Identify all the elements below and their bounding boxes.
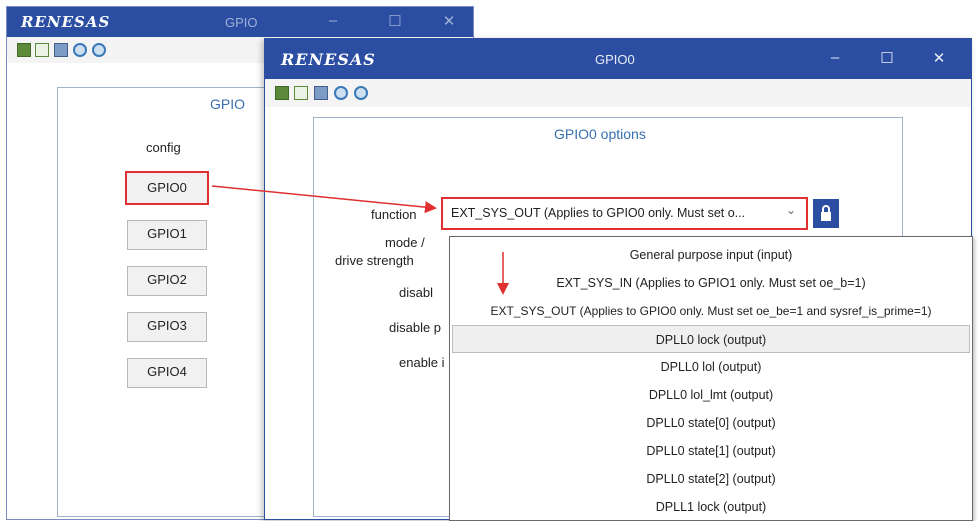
function-label: function — [371, 207, 417, 222]
gpio3-button[interactable]: GPIO3 — [127, 312, 207, 342]
mode-label: mode / — [385, 235, 425, 250]
zoom-in-icon[interactable] — [92, 43, 106, 57]
disable-label: disabl — [399, 285, 433, 300]
gpio4-button[interactable]: GPIO4 — [127, 358, 207, 388]
print-icon[interactable] — [314, 86, 328, 100]
front-maximize-button[interactable]: ☐ — [877, 49, 897, 67]
back-close-button[interactable]: ✕ — [439, 12, 459, 30]
back-toolbar — [7, 37, 267, 63]
enable-label: enable i — [399, 355, 445, 370]
back-window-title: GPIO — [225, 15, 258, 30]
disable-pullup-label: disable p — [389, 320, 442, 335]
zoom-out-icon[interactable] — [334, 86, 348, 100]
lock-icon — [821, 205, 831, 221]
back-maximize-button[interactable]: ☐ — [385, 12, 405, 30]
dropdown-option[interactable]: General purpose input (input) — [450, 241, 972, 269]
back-panel-title: GPIO — [210, 96, 246, 112]
dropdown-option[interactable]: EXT_SYS_OUT (Applies to GPIO0 only. Must… — [450, 297, 972, 325]
renesas-logo: RENESAS — [281, 50, 376, 69]
front-window-title: GPIO0 — [595, 52, 635, 67]
function-dropdown-list: General purpose input (input) EXT_SYS_IN… — [449, 236, 973, 521]
front-titlebar[interactable]: RENESAS GPIO0 – ☐ ✕ — [265, 39, 971, 79]
zoom-out-icon[interactable] — [73, 43, 87, 57]
config-label: config — [146, 140, 181, 155]
drive-strength-label: drive strength — [335, 253, 414, 268]
back-titlebar[interactable]: RENESAS GPIO – ☐ ✕ — [7, 7, 473, 37]
renesas-logo: RENESAS — [21, 13, 111, 31]
front-toolbar — [265, 79, 971, 107]
dropdown-option[interactable]: DPLL1 lock (output) — [450, 493, 972, 520]
chevron-down-icon: ⌄ — [785, 203, 796, 217]
dropdown-option[interactable]: DPLL0 lol (output) — [450, 353, 972, 381]
save-icon[interactable] — [17, 43, 31, 57]
fit-icon[interactable] — [35, 43, 49, 57]
options-panel-title: GPIO0 options — [554, 126, 646, 142]
fit-icon[interactable] — [294, 86, 308, 100]
function-select-value: EXT_SYS_OUT (Applies to GPIO0 only. Must… — [451, 206, 746, 220]
dropdown-option[interactable]: DPLL0 state[1] (output) — [450, 437, 972, 465]
lock-button[interactable] — [813, 199, 839, 228]
zoom-in-icon[interactable] — [354, 86, 368, 100]
gpio1-button[interactable]: GPIO1 — [127, 220, 207, 250]
function-select[interactable]: EXT_SYS_OUT (Applies to GPIO0 only. Must… — [441, 197, 808, 230]
dropdown-option-highlighted[interactable]: DPLL0 lock (output) — [452, 325, 970, 353]
front-window: RENESAS GPIO0 – ☐ ✕ GPIO0 options functi… — [264, 38, 973, 521]
gpio0-button[interactable]: GPIO0 — [125, 171, 209, 205]
save-icon[interactable] — [275, 86, 289, 100]
gpio2-button[interactable]: GPIO2 — [127, 266, 207, 296]
front-close-button[interactable]: ✕ — [929, 49, 949, 67]
back-minimize-button[interactable]: – — [323, 12, 343, 29]
dropdown-option[interactable]: DPLL0 state[0] (output) — [450, 409, 972, 437]
dropdown-option[interactable]: EXT_SYS_IN (Applies to GPIO1 only. Must … — [450, 269, 972, 297]
dropdown-option[interactable]: DPLL0 lol_lmt (output) — [450, 381, 972, 409]
print-icon[interactable] — [54, 43, 68, 57]
dropdown-option[interactable]: DPLL0 state[2] (output) — [450, 465, 972, 493]
front-minimize-button[interactable]: – — [825, 49, 845, 66]
